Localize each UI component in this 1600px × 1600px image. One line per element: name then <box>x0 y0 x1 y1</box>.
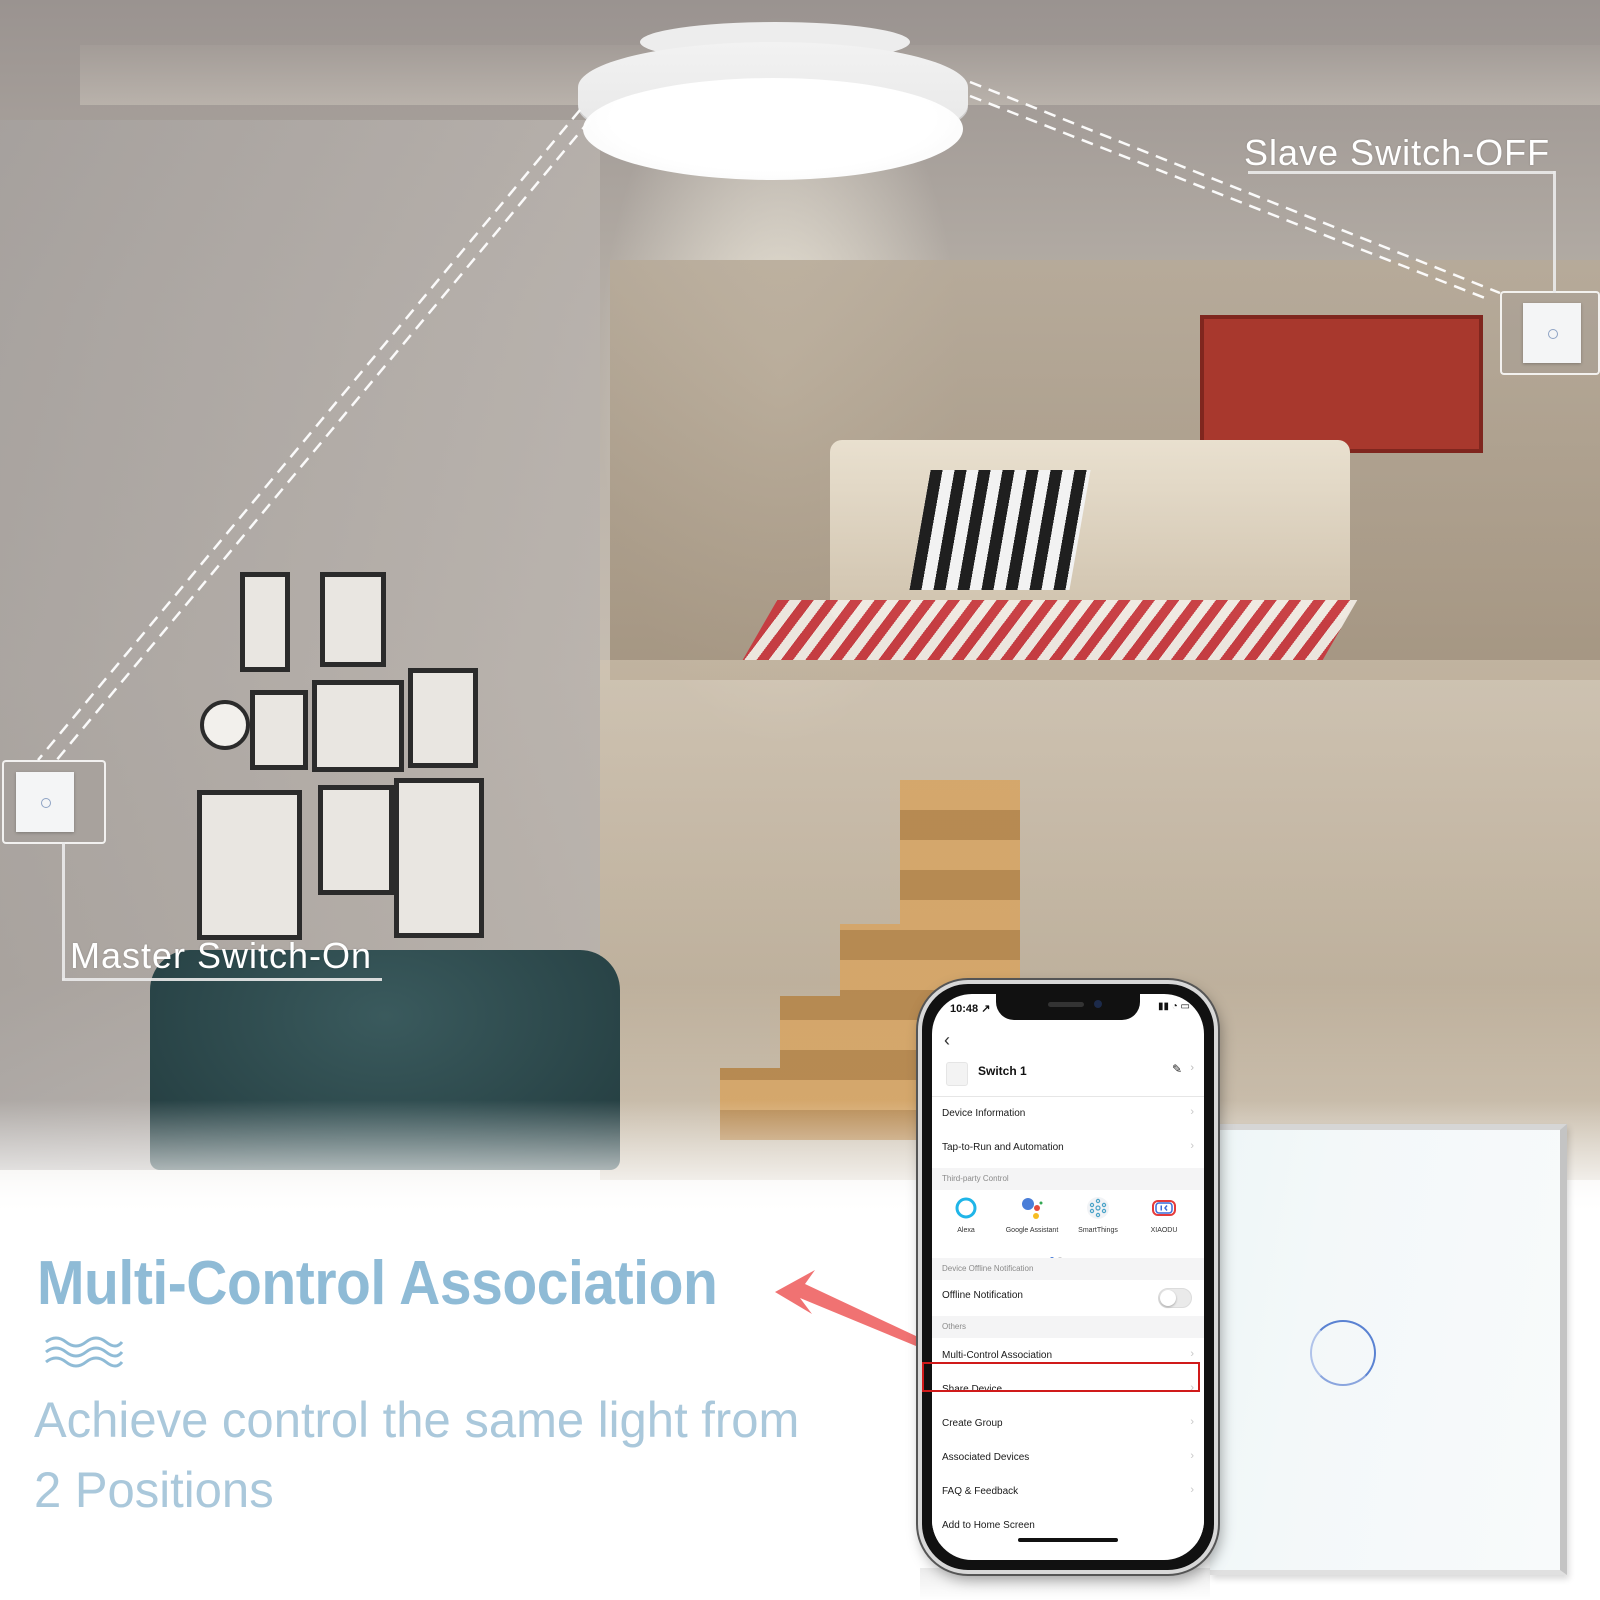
menu-item-associated-devices[interactable]: Associated Devices › <box>932 1442 1204 1476</box>
toggle-knob <box>1160 1290 1176 1306</box>
menu-item-label: FAQ & Feedback <box>942 1486 1019 1497</box>
back-chevron-icon[interactable]: ‹ <box>944 1030 950 1051</box>
section-others: Others <box>932 1316 1204 1338</box>
wall-frame <box>408 668 478 768</box>
alexa-icon <box>955 1197 977 1219</box>
master-wall-switch[interactable] <box>2 760 106 844</box>
chevron-right-icon: › <box>1190 1140 1194 1152</box>
phone-notch <box>996 994 1140 1020</box>
wall-frame <box>250 690 308 770</box>
menu-item-label: Device Information <box>942 1108 1026 1119</box>
switch-device-icon <box>946 1062 968 1086</box>
third-party-label: Alexa <box>957 1227 975 1234</box>
chevron-right-icon: › <box>1190 1382 1194 1394</box>
speaker-grille <box>1048 1002 1084 1007</box>
feature-subtitle: Achieve control the same light from 2 Po… <box>34 1385 916 1525</box>
feature-headline: Multi-Control Association <box>37 1249 718 1318</box>
offline-notification-toggle[interactable] <box>1158 1288 1192 1308</box>
touch-button-icon <box>41 798 51 808</box>
chevron-right-icon: › <box>1190 1062 1194 1074</box>
smartthings-icon <box>1087 1197 1109 1219</box>
bed-headboard <box>1200 315 1483 453</box>
ceiling-lamp-glow <box>583 78 963 180</box>
section-title: Third-party Control <box>942 1174 1009 1183</box>
pencil-icon[interactable]: ✎ <box>1172 1062 1182 1076</box>
touch-button-ring-icon[interactable] <box>1310 1320 1376 1386</box>
switch-plate <box>1523 303 1581 363</box>
wall-frame <box>197 790 302 940</box>
section-third-party: Third-party Control <box>932 1168 1204 1190</box>
menu-item-label: Offline Notification <box>942 1290 1023 1301</box>
wall-frame <box>240 572 290 672</box>
phone-screen: 10:48 ↗ ▮▮ ◔ ▭ ‹ Switch 1 ✎ › Device Inf… <box>932 994 1204 1560</box>
striped-rug <box>742 600 1358 660</box>
wall-clock <box>200 700 250 750</box>
home-indicator[interactable] <box>1018 1538 1118 1542</box>
master-switch-label: Master Switch-On <box>70 935 373 976</box>
bed <box>830 440 1350 620</box>
waves-icon <box>45 1336 124 1368</box>
section-offline-notification: Device Offline Notification <box>932 1258 1204 1280</box>
slave-wall-switch[interactable] <box>1500 291 1600 375</box>
wall-frame <box>394 778 484 938</box>
chevron-right-icon: › <box>1190 1416 1194 1428</box>
master-leader-line <box>62 842 65 980</box>
third-party-label: Google Assistant <box>1005 1227 1059 1234</box>
google-assistant-icon <box>1022 1198 1043 1219</box>
section-title: Others <box>942 1322 967 1331</box>
menu-item-label: Tap-to-Run and Automation <box>942 1142 1064 1153</box>
section-title: Device Offline Notification <box>942 1264 1034 1273</box>
menu-item-label: Associated Devices <box>942 1452 1030 1463</box>
menu-item-share-device[interactable]: Share Device › <box>932 1374 1204 1408</box>
striped-blanket <box>909 470 1091 590</box>
menu-item-label: Multi-Control Association <box>942 1350 1053 1361</box>
third-party-label: SmartThings <box>1078 1227 1118 1234</box>
switch-plate <box>16 772 74 832</box>
chevron-right-icon: › <box>1190 1450 1194 1462</box>
menu-item-create-group[interactable]: Create Group › <box>932 1408 1204 1442</box>
menu-item-label: Add to Home Screen <box>942 1520 1035 1531</box>
wall-frame <box>318 785 394 895</box>
menu-item-faq-feedback[interactable]: FAQ & Feedback › <box>932 1476 1204 1510</box>
menu-item-label: Create Group <box>942 1418 1003 1429</box>
chevron-right-icon: › <box>1190 1106 1194 1118</box>
third-party-label: XIAODU <box>1150 1227 1178 1234</box>
status-time: 10:48 ↗ <box>950 1003 991 1015</box>
device-name: Switch 1 <box>978 1064 1027 1078</box>
subtitle-line-1: Achieve control the same light from <box>34 1392 800 1448</box>
status-icons: ▮▮ ◔ ▭ <box>1157 1001 1190 1012</box>
touch-button-icon <box>1548 329 1558 339</box>
wall-frame <box>320 572 386 667</box>
menu-item-label: Share Device <box>942 1384 1003 1395</box>
menu-item-offline-notification: Offline Notification <box>932 1280 1204 1314</box>
menu-item-tap-to-run[interactable]: Tap-to-Run and Automation › <box>932 1132 1204 1166</box>
slave-leader-line <box>1553 171 1556 293</box>
chevron-right-icon: › <box>1190 1484 1194 1496</box>
room-scene-background <box>0 0 1600 1240</box>
front-camera <box>1094 1000 1102 1008</box>
third-party-xiaodu[interactable]: XIAODU <box>1134 1192 1194 1256</box>
master-leader-line <box>62 978 382 981</box>
third-party-smartthings[interactable]: SmartThings <box>1068 1192 1128 1256</box>
smartphone: 10:48 ↗ ▮▮ ◔ ▭ ‹ Switch 1 ✎ › Device Inf… <box>918 980 1218 1574</box>
menu-item-device-information[interactable]: Device Information › <box>932 1098 1204 1132</box>
third-party-google-assistant[interactable]: Google Assistant <box>1002 1192 1062 1256</box>
menu-item-multi-control-association[interactable]: Multi-Control Association › <box>932 1340 1204 1374</box>
third-party-alexa[interactable]: Alexa <box>936 1192 996 1256</box>
device-header: Switch 1 ✎ › <box>932 1052 1204 1097</box>
touch-switch-panel <box>1210 1124 1567 1575</box>
slave-switch-label: Slave Switch-OFF <box>1244 132 1551 173</box>
subtitle-line-2: 2 Positions <box>34 1462 274 1518</box>
wall-frame <box>312 680 404 772</box>
xiaodu-icon <box>1152 1200 1176 1216</box>
chevron-right-icon: › <box>1190 1348 1194 1360</box>
